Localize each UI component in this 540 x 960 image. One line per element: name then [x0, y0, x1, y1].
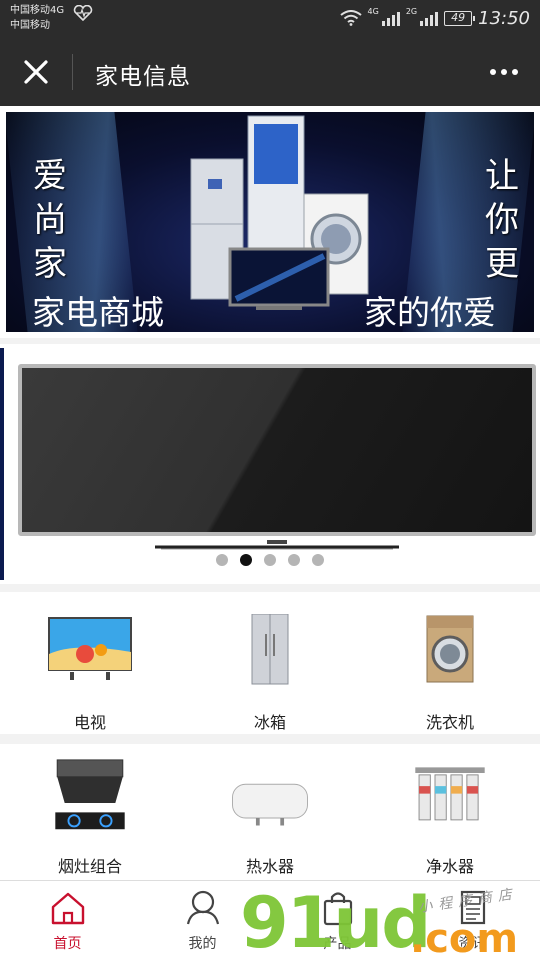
network-type-1: 4G: [367, 7, 379, 16]
banner-shop-name: 家电商城: [32, 293, 164, 332]
tab-products[interactable]: 产品: [270, 881, 405, 960]
banner-char: 更: [485, 244, 519, 284]
appliances-image: [190, 115, 369, 310]
status-bar: 中国移动4G 中国移动 4G 2G 49 13:50: [0, 0, 540, 38]
heart-rate-icon: [73, 5, 93, 21]
carousel-indicators: [0, 554, 540, 566]
tab-label: 我的: [188, 936, 217, 952]
bag-icon: [323, 892, 352, 926]
category-label: 电视: [73, 713, 106, 732]
carousel-dot[interactable]: [288, 554, 300, 566]
carrier-line-1: 中国移动4G: [10, 5, 65, 16]
tv-stand: [155, 540, 399, 550]
category-water-heater[interactable]: 热水器: [180, 758, 360, 877]
tab-news[interactable]: 资讯: [405, 881, 540, 960]
network-type-2: 2G: [405, 7, 418, 16]
status-indicators: 4G 2G 49 13:50: [339, 7, 530, 29]
wifi-icon: [339, 10, 362, 26]
news-icon: [460, 890, 485, 925]
fridge-icon: [251, 613, 289, 685]
category-label: 净水器: [425, 857, 474, 876]
category-fridge[interactable]: 冰箱: [180, 613, 360, 733]
carousel-dot[interactable]: [240, 554, 252, 566]
category-label: 冰箱: [253, 713, 286, 732]
banner-slogan-left: 爱 尚 家: [32, 154, 68, 286]
category-label: 热水器: [245, 857, 294, 876]
more-options-button[interactable]: [488, 66, 520, 78]
tv-icon: [48, 617, 132, 680]
carousel-dot[interactable]: [216, 554, 228, 566]
carrier-line-2: 中国移动: [10, 20, 50, 31]
banner-char: 让: [485, 156, 519, 196]
category-grid-row-1: 电视 冰箱 洗衣机: [0, 592, 540, 734]
banner-tagline: 家的你爱: [364, 293, 496, 332]
signal-icon: [381, 10, 400, 26]
title-divider: [72, 54, 73, 90]
category-label: 洗衣机: [425, 713, 474, 732]
category-water-purifier[interactable]: 净水器: [360, 758, 540, 877]
clock: 13:50: [478, 7, 530, 29]
water-heater-icon: [232, 783, 308, 826]
category-washing-machine[interactable]: 洗衣机: [360, 614, 540, 733]
tab-mine[interactable]: 我的: [135, 881, 270, 960]
bottom-tab-bar: 首页 我的 产品 资讯: [0, 880, 540, 960]
water-purifier-icon: [415, 767, 485, 821]
title-bar: 家电信息: [0, 38, 540, 106]
tab-label: 产品: [323, 936, 352, 952]
tab-label: 首页: [53, 936, 82, 952]
signal-icon-2: [420, 10, 439, 26]
carousel-dot[interactable]: [264, 554, 276, 566]
battery-icon: 49: [444, 10, 476, 26]
more-dot-icon: [512, 69, 518, 75]
promo-banner[interactable]: 爱 尚 家 让 你 更 家电商城 家的你爱: [6, 112, 534, 332]
home-icon: [51, 892, 84, 925]
carrier-info: 中国移动4G 中国移动: [10, 3, 64, 33]
close-icon[interactable]: [20, 56, 52, 88]
category-tv[interactable]: 电视: [0, 614, 180, 733]
banner-char: 尚: [33, 200, 67, 240]
user-icon: [186, 890, 219, 925]
product-carousel[interactable]: [0, 344, 540, 584]
carousel-slide-tv-image[interactable]: [18, 364, 536, 536]
more-dot-icon: [490, 69, 496, 75]
tab-label: 资讯: [458, 936, 487, 952]
banner-char: 家: [33, 244, 67, 284]
category-range-hood[interactable]: 烟灶组合: [0, 758, 180, 877]
banner-char: 爱: [33, 156, 67, 196]
category-grid-row-2: 烟灶组合 热水器 净水器: [0, 744, 540, 880]
banner-char: 你: [485, 200, 519, 240]
tab-home[interactable]: 首页: [0, 881, 135, 960]
range-hood-icon: [55, 759, 125, 830]
washing-machine-icon: [426, 615, 474, 683]
category-label: 烟灶组合: [57, 857, 122, 876]
carousel-dot[interactable]: [312, 554, 324, 566]
page-title: 家电信息: [95, 64, 191, 90]
carousel-prev-slide-edge: [0, 348, 4, 580]
banner-section: 爱 尚 家 让 你 更 家电商城 家的你爱: [0, 106, 540, 338]
banner-slogan-right: 让 你 更: [484, 154, 520, 286]
more-dot-icon: [501, 69, 507, 75]
